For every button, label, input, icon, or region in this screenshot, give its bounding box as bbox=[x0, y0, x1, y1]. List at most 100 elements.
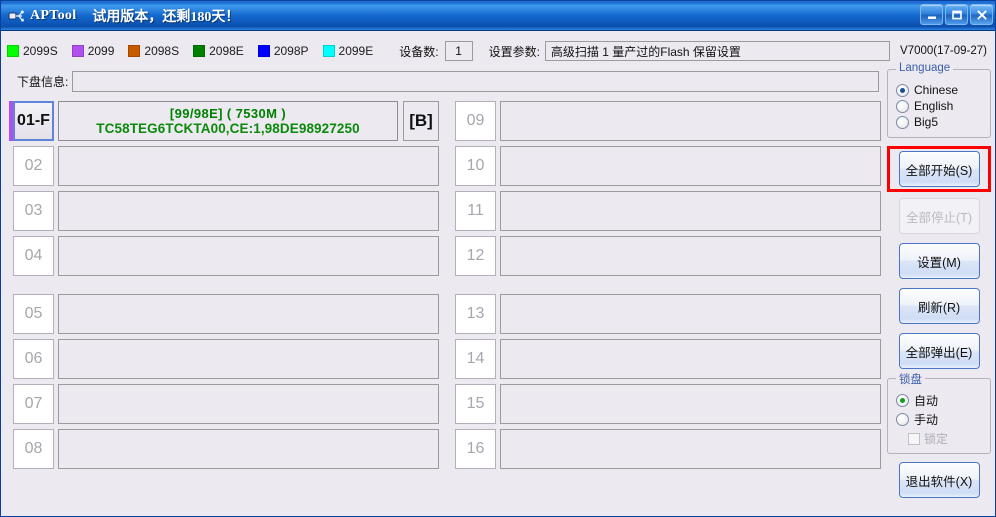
slot-info bbox=[500, 429, 881, 469]
aptool-window: APTool 试用版本，还剩180天！ 2099S 2099 2098S 209… bbox=[0, 0, 996, 517]
slot-number[interactable]: 10 bbox=[455, 146, 496, 186]
legend-item: 2098E bbox=[193, 44, 244, 58]
slot-row[interactable]: 02 bbox=[9, 146, 439, 186]
eject-all-button[interactable]: 全部弹出(E) bbox=[898, 333, 980, 369]
slot-row[interactable]: 16 bbox=[451, 429, 881, 469]
window-subtitle: 试用版本，还剩180天！ bbox=[92, 9, 240, 25]
slot-number[interactable]: 16 bbox=[455, 429, 496, 469]
slot-row[interactable]: 11 bbox=[451, 191, 881, 231]
legend-item: 2099S bbox=[7, 44, 58, 58]
slot-info bbox=[500, 236, 881, 276]
language-group-title: Language bbox=[896, 62, 954, 74]
params-field[interactable]: 高级扫描 1 量产过的Flash 保留设置 bbox=[544, 41, 891, 61]
slot-info: [99/98E] ( 7530M ) TC58TEG6TCKTA00,CE:1,… bbox=[58, 101, 398, 141]
slot-number[interactable]: 08 bbox=[13, 429, 54, 469]
legend-swatch-icon bbox=[322, 45, 335, 57]
slot-grid: 01-F [99/98E] ( 7530M ) TC58TEG6TCKTA00,… bbox=[9, 101, 881, 497]
slot-info bbox=[58, 339, 439, 379]
minimize-button[interactable] bbox=[920, 4, 943, 25]
device-count-value[interactable]: 1 bbox=[444, 41, 473, 61]
slot-row[interactable]: 06 bbox=[9, 339, 439, 379]
radio-icon bbox=[896, 99, 909, 113]
legend-label: 2099S bbox=[23, 44, 58, 58]
radio-icon bbox=[896, 394, 909, 407]
slot-number[interactable]: 13 bbox=[455, 294, 496, 334]
slot-row[interactable]: 05 bbox=[9, 294, 439, 334]
slot-number[interactable]: 05 bbox=[13, 294, 54, 334]
legend-swatch-icon bbox=[193, 45, 206, 57]
stop-all-button[interactable]: 全部停止(T) bbox=[898, 198, 980, 234]
slot-number[interactable]: 14 bbox=[455, 339, 496, 379]
language-group: Language Chinese English Big5 bbox=[887, 62, 991, 138]
slot-info bbox=[58, 146, 439, 186]
radio-icon bbox=[896, 115, 909, 129]
settings-button[interactable]: 设置(M) bbox=[898, 243, 980, 279]
radio-label: Big5 bbox=[914, 115, 939, 129]
slot-number[interactable]: 06 bbox=[13, 339, 54, 379]
slot-number[interactable]: 07 bbox=[13, 384, 54, 424]
slot-info bbox=[500, 191, 881, 231]
slot-row[interactable]: 13 bbox=[451, 294, 881, 334]
legend-item: 2098S bbox=[128, 44, 179, 58]
slot-row[interactable]: 01-F [99/98E] ( 7530M ) TC58TEG6TCKTA00,… bbox=[9, 101, 439, 141]
disk-info-row: 下盘信息: bbox=[7, 69, 879, 93]
legend-label: 2098E bbox=[209, 44, 244, 58]
slot-number[interactable]: 11 bbox=[455, 191, 496, 231]
slot-row[interactable]: 10 bbox=[451, 146, 881, 186]
slot-row[interactable]: 12 bbox=[451, 236, 881, 276]
slot-row[interactable]: 08 bbox=[9, 429, 439, 469]
radio-label: English bbox=[914, 99, 954, 113]
lock-group: 锁盘 自动 手动 锁定 bbox=[887, 371, 991, 454]
title-bar: APTool 试用版本，还剩180天！ bbox=[1, 1, 995, 31]
legend-swatch-icon bbox=[71, 45, 84, 57]
slot-info bbox=[58, 429, 439, 469]
lock-group-title: 锁盘 bbox=[896, 371, 925, 387]
slot-row[interactable]: 09 bbox=[451, 101, 881, 141]
legend-label: 2098P bbox=[273, 44, 309, 58]
lock-checkbox-row[interactable]: 锁定 bbox=[908, 430, 984, 447]
slot-info bbox=[500, 339, 881, 379]
radio-english[interactable]: English bbox=[896, 99, 984, 113]
exit-button[interactable]: 退出软件(X) bbox=[898, 462, 980, 498]
disk-info-field[interactable] bbox=[72, 70, 879, 92]
close-button[interactable] bbox=[970, 4, 993, 25]
slot-info bbox=[58, 191, 439, 231]
slot-number[interactable]: 12 bbox=[455, 236, 496, 276]
slot-column-right: 09 10 11 12 13 14 15 16 bbox=[451, 101, 881, 474]
legend-item: 2098P bbox=[257, 44, 309, 58]
params-label: 设置参数: bbox=[488, 44, 540, 59]
radio-icon bbox=[896, 413, 909, 426]
maximize-button[interactable] bbox=[945, 4, 968, 25]
slot-info bbox=[58, 236, 439, 276]
start-all-button[interactable]: 全部开始(S) bbox=[898, 151, 980, 187]
slot-number[interactable]: 15 bbox=[455, 384, 496, 424]
slot-row[interactable]: 03 bbox=[9, 191, 439, 231]
control-panel: Language Chinese English Big5 全部开始(S) 全部… bbox=[887, 62, 991, 509]
legend-item: 2099E bbox=[322, 44, 374, 58]
slot-row[interactable]: 07 bbox=[9, 384, 439, 424]
slot-info bbox=[500, 384, 881, 424]
radio-chinese[interactable]: Chinese bbox=[896, 83, 984, 97]
window-controls bbox=[920, 4, 993, 25]
refresh-button[interactable]: 刷新(R) bbox=[898, 288, 980, 324]
radio-label: 自动 bbox=[914, 394, 939, 408]
radio-manual-lock[interactable]: 手动 bbox=[896, 411, 984, 428]
slot-row[interactable]: 04 bbox=[9, 236, 439, 276]
legend-toolbar: 2099S 2099 2098S 2098E 2098P 2099E 设备数: … bbox=[7, 37, 991, 65]
slot-row[interactable]: 15 bbox=[451, 384, 881, 424]
version-label: V7000(17-09-27) bbox=[900, 45, 987, 57]
legend-swatch-icon bbox=[128, 45, 141, 57]
checkbox-icon bbox=[908, 432, 920, 445]
legend-label: 2099E bbox=[338, 44, 374, 58]
slot-number[interactable]: 03 bbox=[13, 191, 54, 231]
slot-number[interactable]: 09 bbox=[455, 101, 496, 141]
slot-info bbox=[500, 146, 881, 186]
slot-number[interactable]: 04 bbox=[13, 236, 54, 276]
radio-big5[interactable]: Big5 bbox=[896, 115, 984, 129]
slot-number[interactable]: 01-F bbox=[13, 101, 54, 141]
legend-label: 2099 bbox=[87, 44, 115, 58]
radio-auto-lock[interactable]: 自动 bbox=[896, 392, 984, 409]
slot-number[interactable]: 02 bbox=[13, 146, 54, 186]
slot-flag: [B] bbox=[403, 101, 439, 141]
slot-row[interactable]: 14 bbox=[451, 339, 881, 379]
